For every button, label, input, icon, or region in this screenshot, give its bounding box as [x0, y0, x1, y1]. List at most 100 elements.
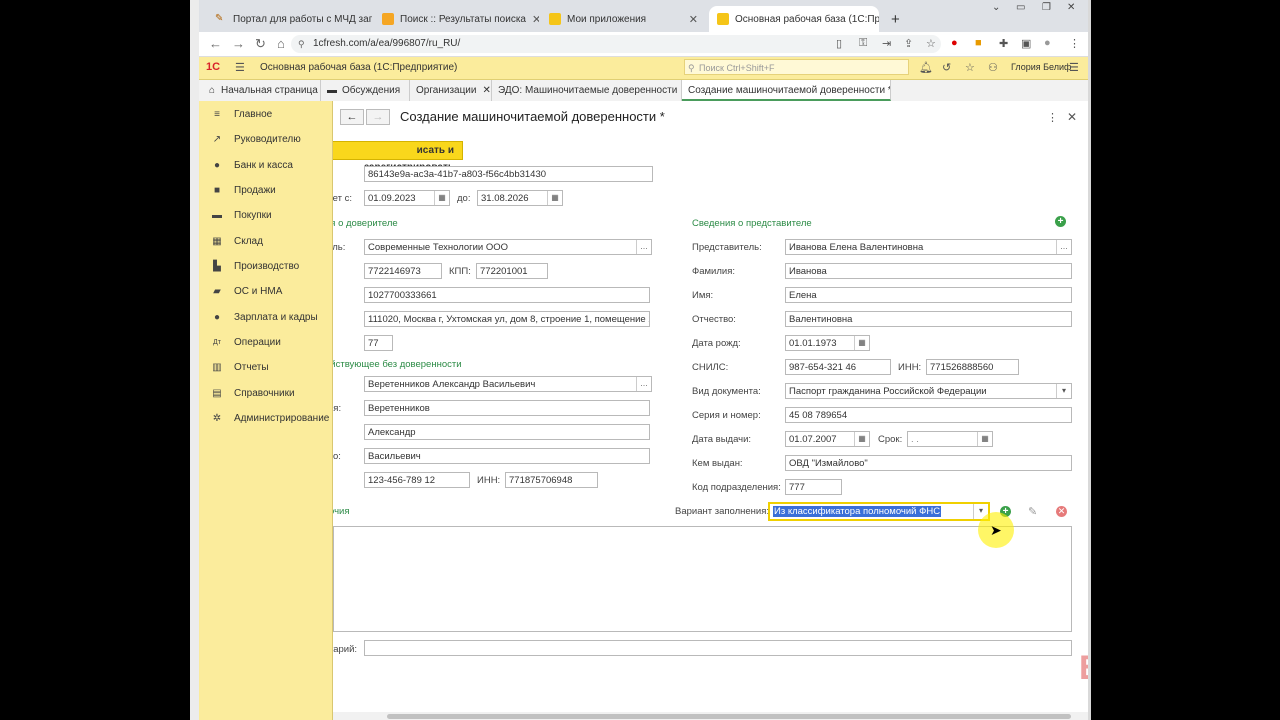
date-from-field[interactable]: 01.09.2023 ▦: [364, 190, 450, 206]
rep-snils-field[interactable]: 987-654-321 46: [785, 359, 891, 375]
series-field[interactable]: 45 08 789654: [785, 407, 1072, 423]
birth-field[interactable]: 01.01.1973 ▦: [785, 335, 870, 351]
rep-inn-field[interactable]: 771526888560: [926, 359, 1019, 375]
browser-tab-portal[interactable]: ✎ Портал для работы с МЧД запу ✕: [207, 6, 372, 32]
issue-field[interactable]: 01.07.2007 ▦: [785, 431, 870, 447]
delete-icon[interactable]: ✕: [1056, 506, 1067, 517]
comment-field[interactable]: [364, 640, 1072, 656]
copy-icon[interactable]: ▯: [836, 37, 842, 50]
term-field[interactable]: . . ▦: [907, 431, 993, 447]
dept-field[interactable]: 777: [785, 479, 842, 495]
horizontal-scrollbar[interactable]: [333, 712, 1088, 720]
key-icon[interactable]: ⚿: [859, 37, 867, 50]
sidebar-item-manager[interactable]: ↗ Руководителю: [211, 130, 301, 148]
back-icon[interactable]: ←: [209, 36, 222, 51]
forward-icon[interactable]: →: [232, 36, 245, 51]
sidebar-item-reports[interactable]: ▥ Отчеты: [211, 358, 268, 376]
browser-tab-base[interactable]: Основная рабочая база (1С:Пр ✕: [709, 6, 879, 32]
issuer-field[interactable]: ОВД "Измайлово": [785, 455, 1072, 471]
select-icon[interactable]: …: [636, 240, 651, 254]
write-register-button[interactable]: исать и зарегистрировать: [323, 141, 463, 173]
head-name-field[interactable]: Веретенников Александр Васильевич…: [364, 376, 652, 392]
close-icon[interactable]: ✕: [526, 13, 539, 26]
share-icon[interactable]: ⇪: [904, 37, 913, 50]
tab-create-poa[interactable]: Создание машиночитаемой доверенности *✕: [682, 80, 891, 101]
calendar-icon[interactable]: ▦: [547, 191, 562, 205]
minimize-icon[interactable]: ▭: [1016, 2, 1025, 13]
calendar-icon[interactable]: ▦: [854, 432, 869, 446]
address-field[interactable]: 111020, Москва г, Ухтомская ул, дом 8, с…: [364, 311, 650, 327]
date-to-field[interactable]: 31.08.2026 ▦: [477, 190, 563, 206]
rep-first-field[interactable]: Елена: [785, 287, 1072, 303]
sidepanel-icon[interactable]: ▣: [1021, 37, 1031, 50]
close-window-icon[interactable]: ✕: [1067, 2, 1075, 13]
sidebar-item-operations[interactable]: Дт Операции: [211, 333, 281, 351]
install-icon[interactable]: ⇥: [882, 37, 891, 50]
variant-select[interactable]: Из классификатора полномочий ФНС ▾: [768, 502, 990, 521]
rep-middle-field[interactable]: Валентиновна: [785, 311, 1072, 327]
bell-icon[interactable]: 🔔︎: [919, 61, 933, 74]
sidebar-item-sales[interactable]: ■ Продажи: [211, 181, 276, 199]
history-icon[interactable]: ↺: [942, 61, 951, 74]
calendar-icon[interactable]: ▦: [434, 191, 449, 205]
opera-icon[interactable]: ●: [951, 37, 958, 49]
browser-tab-search[interactable]: Поиск :: Результаты поиска ✕: [374, 6, 539, 32]
settings-menu-icon[interactable]: ☰: [1069, 61, 1079, 74]
powers-table[interactable]: [333, 526, 1072, 632]
menu-icon[interactable]: ☰: [235, 61, 245, 74]
chevron-down-icon[interactable]: ⌄: [992, 2, 1000, 13]
rep-field[interactable]: Иванова Елена Валентиновна…: [785, 239, 1072, 255]
chevron-down-icon[interactable]: ▾: [1056, 384, 1071, 398]
star-icon[interactable]: ☆: [926, 37, 936, 50]
more-icon[interactable]: ⋮: [1047, 111, 1058, 124]
sidebar-item-production[interactable]: ▙ Производство: [211, 257, 299, 275]
add-icon[interactable]: +: [1055, 216, 1066, 227]
sidebar-item-bank[interactable]: ● Банк и касса: [211, 156, 293, 174]
new-tab-button[interactable]: +: [883, 6, 907, 32]
head-first-field[interactable]: Александр: [364, 424, 650, 440]
scroll-thumb[interactable]: [387, 714, 1071, 719]
sidebar-item-catalogs[interactable]: ▤ Справочники: [211, 384, 294, 402]
close-icon[interactable]: ✕: [482, 85, 490, 96]
region-field[interactable]: 77: [364, 335, 393, 351]
sidebar-item-assets[interactable]: ▰ ОС и НМА: [211, 282, 282, 300]
edit-icon[interactable]: ✎: [1028, 505, 1037, 518]
forward-button[interactable]: →: [366, 109, 390, 125]
calendar-icon[interactable]: ▦: [977, 432, 992, 446]
close-icon[interactable]: ✕: [683, 13, 698, 26]
tab-discussions[interactable]: ▬ Обсуждения: [321, 80, 410, 101]
tab-edo-poa[interactable]: ЭДО: Машиночитаемые доверенности✕: [492, 80, 682, 101]
select-icon[interactable]: …: [1056, 240, 1071, 254]
avatar[interactable]: ●: [1044, 37, 1051, 49]
puzzle-icon[interactable]: ✚: [999, 37, 1008, 50]
head-middle-field[interactable]: Васильевич: [364, 448, 650, 464]
head-snils-field[interactable]: 123-456-789 12: [364, 472, 470, 488]
browser-tab-apps[interactable]: Мои приложения ✕: [541, 6, 706, 32]
back-button[interactable]: ←: [340, 109, 364, 125]
id-field[interactable]: 86143e9a-ac3a-41b7-a803-f56c4bb31430: [364, 166, 653, 182]
calendar-icon[interactable]: ▦: [854, 336, 869, 350]
kpp-field[interactable]: 772201001: [476, 263, 548, 279]
tab-home[interactable]: ⌂ Начальная страница: [199, 80, 321, 101]
reload-icon[interactable]: ↻: [255, 36, 266, 52]
close-icon[interactable]: ✕: [1067, 110, 1077, 124]
ogrn-field[interactable]: 1027700333661: [364, 287, 650, 303]
head-inn-field[interactable]: 771875706948: [505, 472, 598, 488]
doctype-select[interactable]: Паспорт гражданина Российской Федерации ▾: [785, 383, 1072, 399]
sidebar-item-purchases[interactable]: ▬ Покупки: [211, 206, 272, 224]
url-input[interactable]: ⚲ 1cfresh.com/a/ea/996807/ru_RU/: [291, 35, 941, 53]
more-icon[interactable]: ⋮: [1069, 37, 1080, 50]
user-icon[interactable]: ⚇: [988, 61, 998, 74]
sidebar-item-main[interactable]: ≡ Главное: [211, 105, 272, 123]
head-last-field[interactable]: Веретенников: [364, 400, 650, 416]
user-name[interactable]: Глория Белиф: [1011, 62, 1071, 72]
org-field[interactable]: Современные Технологии ООО…: [364, 239, 652, 255]
favorites-icon[interactable]: ☆: [965, 61, 975, 74]
sidebar-item-warehouse[interactable]: ▦ Склад: [211, 232, 263, 250]
global-search-input[interactable]: ⚲ Поиск Ctrl+Shift+F: [684, 59, 909, 75]
select-icon[interactable]: …: [636, 377, 651, 391]
rep-last-field[interactable]: Иванова: [785, 263, 1072, 279]
sidebar-item-salary[interactable]: ● Зарплата и кадры: [211, 308, 318, 326]
tab-organizations[interactable]: Организации ✕: [410, 80, 492, 101]
restore-icon[interactable]: ❐: [1042, 2, 1051, 13]
